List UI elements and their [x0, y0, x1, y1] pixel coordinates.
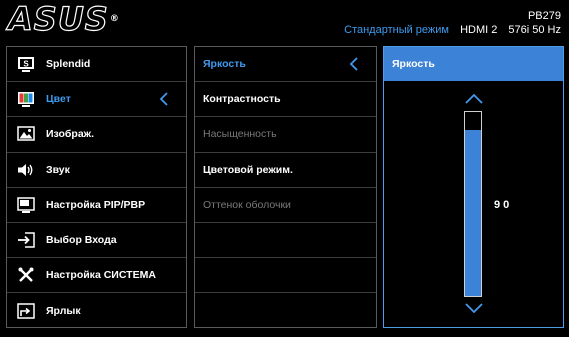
menu-item-shortcut[interactable]: Ярлык — [7, 293, 186, 328]
menu-item-pip-pbp[interactable]: Настройка PIP/PBP — [7, 188, 186, 223]
current-mode: Стандартный режим — [344, 24, 449, 36]
chevron-left-icon — [346, 56, 362, 72]
submenu-item-label: Насыщенность — [203, 128, 277, 141]
submenu-item-contrast[interactable]: Контрастность — [195, 82, 376, 118]
submenu-empty-row — [195, 293, 376, 328]
current-resolution: 576i 50 Hz — [508, 24, 561, 36]
menu-item-label: Цвет — [46, 93, 71, 106]
chevron-down-icon[interactable] — [465, 302, 483, 314]
speaker-icon — [16, 162, 36, 178]
slider-fill — [465, 130, 481, 296]
shortcut-icon — [16, 303, 36, 319]
status-row: Стандартный режим HDMI 2 576i 50 Hz — [344, 24, 561, 36]
asus-logo: ASUS® — [7, 0, 120, 38]
brightness-value: 90 — [494, 199, 513, 211]
submenu-item-label: Яркость — [203, 58, 246, 71]
main-menu: S Splendid Цвет Изображ. Звук Настройка … — [6, 46, 187, 328]
current-input: HDMI 2 — [460, 24, 498, 36]
menu-item-label: Настройка PIP/PBP — [46, 198, 146, 211]
color-icon — [16, 91, 36, 108]
submenu-item-skin-tone: Оттенок оболочки — [195, 188, 376, 223]
submenu-empty-row — [195, 258, 376, 294]
chevron-up-icon[interactable] — [465, 93, 483, 105]
chevron-left-icon — [156, 91, 172, 107]
submenu-item-brightness[interactable]: Яркость — [195, 47, 376, 83]
menu-item-label: Выбор Входа — [46, 234, 117, 247]
image-icon — [16, 126, 36, 142]
value-panel: Яркость 90 — [383, 46, 564, 328]
submenu-item-label: Контрастность — [203, 93, 281, 106]
svg-text:S: S — [23, 60, 29, 69]
osd-header: ASUS® PB279 Стандартный режим HDMI 2 576… — [0, 0, 569, 42]
sub-menu: Яркость Контрастность Насыщенность Цвето… — [194, 46, 377, 328]
submenu-item-label: Оттенок оболочки — [203, 198, 291, 211]
menu-item-label: Настройка СИСТЕМА — [46, 269, 156, 282]
menu-item-label: Splendid — [46, 58, 91, 71]
menu-item-input-select[interactable]: Выбор Входа — [7, 223, 186, 259]
model-name: PB279 — [527, 10, 561, 22]
menu-item-system-setup[interactable]: Настройка СИСТЕМА — [7, 258, 186, 294]
submenu-item-saturation: Насыщенность — [195, 117, 376, 153]
value-panel-title: Яркость — [384, 47, 563, 81]
submenu-item-label: Цветовой режим. — [203, 163, 293, 176]
menu-item-color[interactable]: Цвет — [7, 82, 186, 118]
submenu-empty-row — [195, 223, 376, 259]
submenu-item-color-temp[interactable]: Цветовой режим. — [195, 153, 376, 188]
menu-item-label: Ярлык — [46, 304, 81, 317]
splendid-icon: S — [16, 56, 36, 73]
input-select-icon — [16, 232, 36, 248]
menu-item-label: Изображ. — [46, 128, 95, 141]
menu-item-sound[interactable]: Звук — [7, 153, 186, 188]
pip-icon — [16, 197, 36, 213]
menu-item-label: Звук — [46, 163, 70, 176]
menu-item-image[interactable]: Изображ. — [7, 117, 186, 153]
brightness-slider[interactable] — [464, 111, 482, 297]
tools-icon — [16, 267, 36, 283]
menu-item-splendid[interactable]: S Splendid — [7, 47, 186, 83]
